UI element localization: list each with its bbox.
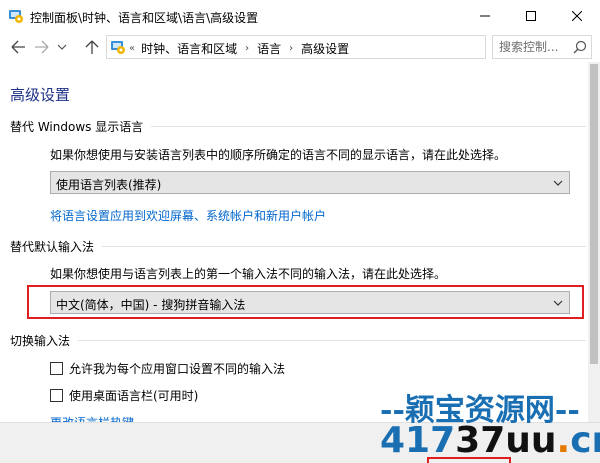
- search-box[interactable]: [492, 35, 592, 59]
- watermark-number: 417: [380, 420, 456, 461]
- display-language-select[interactable]: 使用语言列表(推荐): [50, 171, 570, 194]
- breadcrumb-item[interactable]: 语言: [257, 40, 281, 57]
- page-title: 高级设置: [10, 86, 71, 104]
- breadcrumb-separator-icon[interactable]: ›: [245, 43, 249, 54]
- breadcrumb-separator-icon[interactable]: ›: [289, 43, 293, 54]
- display-language-description: 如果你想使用与安装语言列表中的顺序所确定的语言不同的显示语言，请在此处选择。: [50, 148, 507, 162]
- back-button[interactable]: [8, 38, 28, 56]
- section-switch-input: 切换输入法: [10, 332, 586, 349]
- section-heading: 替代 Windows 显示语言: [10, 120, 144, 134]
- forward-button[interactable]: [32, 38, 52, 56]
- watermark-brand: 41737uu.cn: [380, 418, 600, 463]
- recent-locations-button[interactable]: [55, 38, 69, 56]
- input-method-description: 如果你想使用与语言列表上的第一个输入法不同的输入法，请在此处选择。: [50, 267, 447, 281]
- desktop-language-bar-option[interactable]: 使用桌面语言栏(可用时): [50, 387, 198, 404]
- watermark-dot: .: [556, 420, 571, 461]
- maximize-button[interactable]: [508, 0, 554, 32]
- up-button[interactable]: [82, 38, 102, 56]
- search-input[interactable]: [499, 39, 569, 55]
- scrollbar-thumb[interactable]: [590, 64, 598, 364]
- breadcrumb-overflow[interactable]: «: [129, 43, 135, 54]
- back-arrow-icon: [11, 40, 25, 54]
- title-bar: 控制面板\时钟、语言和区域\语言\高级设置: [0, 0, 600, 32]
- up-arrow-icon: [85, 40, 99, 54]
- apply-language-settings-link[interactable]: 将语言设置应用到欢迎屏幕、系统帐户和新用户帐户: [50, 207, 326, 224]
- per-app-input-option[interactable]: 允许我为每个应用窗口设置不同的输入法: [50, 360, 285, 377]
- highlight-box: [27, 285, 584, 319]
- close-icon: [572, 11, 582, 21]
- search-icon[interactable]: [573, 40, 587, 54]
- desktop-language-bar-checkbox[interactable]: [50, 389, 63, 402]
- section-display-language: 替代 Windows 显示语言: [10, 118, 586, 135]
- section-divider: [151, 126, 586, 127]
- forward-arrow-icon: [35, 40, 49, 54]
- watermark-brand-part: uu: [505, 420, 557, 461]
- section-divider: [102, 246, 586, 247]
- main-content: 高级设置 替代 Windows 显示语言 如果你想使用与安装语言列表中的顺序所确…: [0, 62, 588, 422]
- minimize-icon: [480, 15, 490, 17]
- section-input-method: 替代默认输入法: [10, 238, 586, 255]
- maximize-icon: [526, 11, 536, 21]
- vertical-scrollbar[interactable]: [588, 62, 600, 422]
- chevron-down-icon: [553, 180, 563, 186]
- breadcrumb-item[interactable]: 高级设置: [301, 40, 349, 57]
- chevron-down-icon: [57, 44, 67, 50]
- change-language-bar-hotkeys-link[interactable]: 更改语言栏热键: [50, 414, 134, 422]
- section-heading: 切换输入法: [10, 334, 71, 348]
- window-title: 控制面板\时钟、语言和区域\语言\高级设置: [30, 11, 259, 25]
- per-app-input-checkbox[interactable]: [50, 362, 63, 375]
- control-panel-icon: [8, 8, 24, 24]
- section-divider: [78, 340, 586, 341]
- navigation-bar: « 时钟、语言和区域 › 语言 › 高级设置: [0, 32, 600, 62]
- address-bar[interactable]: « 时钟、语言和区域 › 语言 › 高级设置: [106, 35, 580, 59]
- close-button[interactable]: [554, 0, 600, 32]
- minimize-button[interactable]: [462, 0, 508, 32]
- breadcrumb-item[interactable]: 时钟、语言和区域: [141, 40, 237, 57]
- section-heading: 替代默认输入法: [10, 240, 95, 254]
- checkbox-label: 使用桌面语言栏(可用时): [69, 389, 199, 403]
- watermark-tld: cn: [570, 420, 600, 461]
- checkbox-label: 允许我为每个应用窗口设置不同的输入法: [69, 362, 286, 376]
- display-language-selected: 使用语言列表(推荐): [56, 178, 162, 192]
- watermark-brand-part: 37: [455, 420, 506, 461]
- breadcrumb: « 时钟、语言和区域 › 语言 › 高级设置: [129, 40, 349, 57]
- control-panel-icon: [110, 39, 126, 55]
